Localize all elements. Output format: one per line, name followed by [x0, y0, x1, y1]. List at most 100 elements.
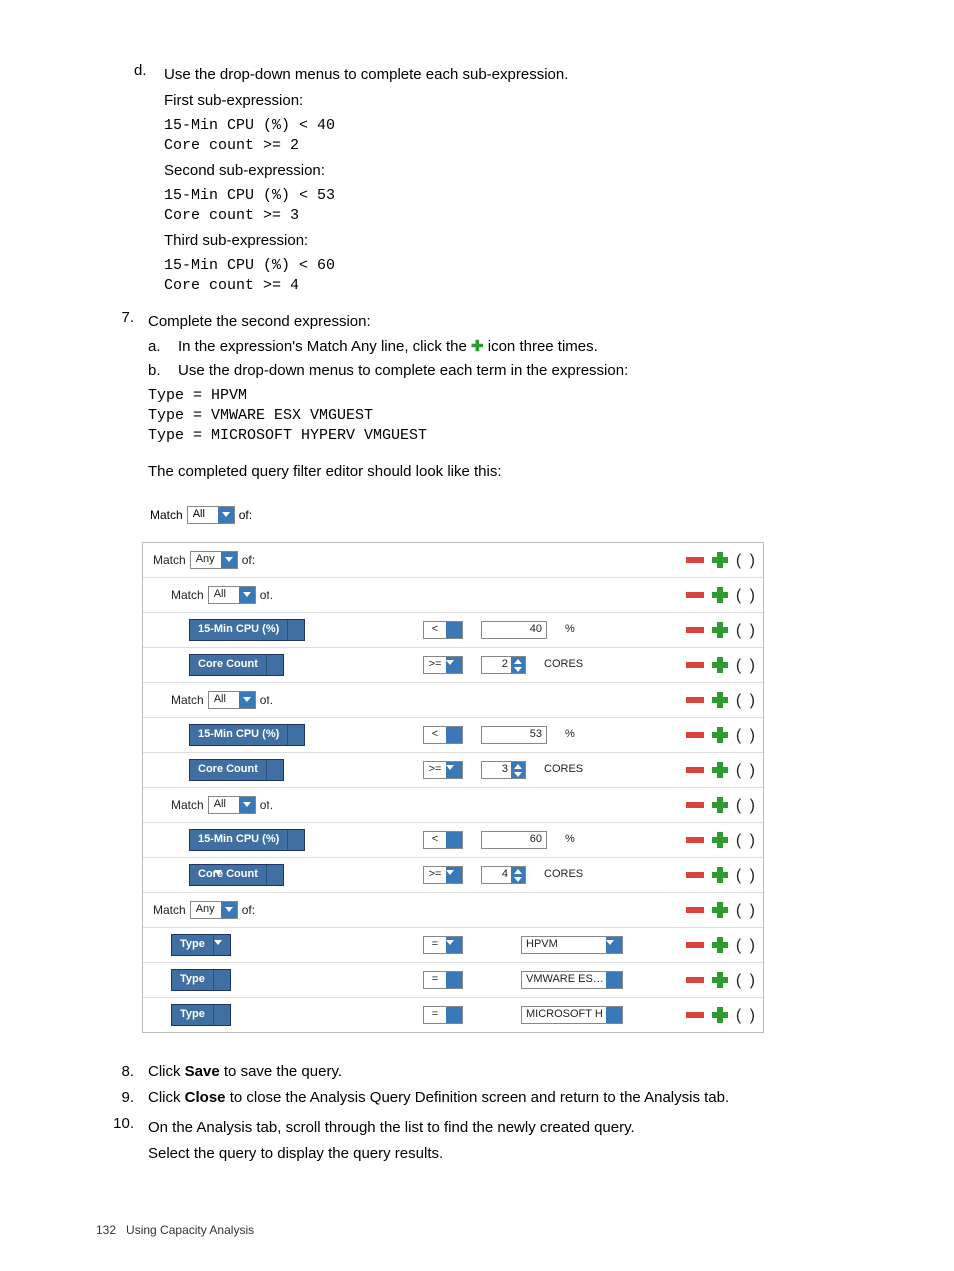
subexpr-label: Third sub-expression: — [164, 230, 858, 252]
chevron-down-icon — [266, 865, 283, 885]
spinner-arrows[interactable] — [511, 657, 525, 673]
remove-icon[interactable] — [686, 907, 704, 913]
group-icon[interactable]: ( ) — [736, 864, 757, 887]
add-icon[interactable] — [712, 587, 728, 603]
group-icon[interactable]: ( ) — [736, 899, 757, 922]
expression-row: Type = MICROSOFT H — [143, 997, 763, 1032]
spinner-arrows[interactable] — [511, 867, 525, 883]
list-number: 10. — [96, 1113, 148, 1169]
metric-select[interactable]: 15-Min CPU (%) — [189, 724, 305, 746]
list-letter: a. — [148, 336, 178, 358]
page-footer: 132 Using Capacity Analysis — [96, 1222, 254, 1239]
instruction-text: Use the drop-down menus to complete each… — [178, 360, 858, 382]
remove-icon[interactable] — [686, 592, 704, 598]
add-icon[interactable] — [712, 937, 728, 953]
group-icon[interactable]: ( ) — [736, 829, 757, 852]
value-input[interactable]: 60 — [481, 831, 547, 849]
instruction-text: Complete the second expression: — [148, 311, 858, 333]
add-icon[interactable] — [712, 692, 728, 708]
add-icon[interactable] — [712, 797, 728, 813]
operator-select[interactable]: = — [423, 1006, 463, 1024]
match-select[interactable]: All — [187, 506, 235, 524]
spinner-arrows[interactable] — [511, 762, 525, 778]
list-letter: b. — [148, 360, 178, 382]
group-icon[interactable]: ( ) — [736, 969, 757, 992]
add-icon[interactable] — [712, 657, 728, 673]
remove-icon[interactable] — [686, 977, 704, 983]
metric-select[interactable]: Type — [171, 1004, 231, 1026]
list-number: 8. — [96, 1061, 148, 1083]
add-icon[interactable] — [712, 552, 728, 568]
group-icon[interactable]: ( ) — [736, 584, 757, 607]
match-select[interactable]: All — [208, 586, 256, 604]
add-icon[interactable] — [712, 902, 728, 918]
match-select[interactable]: Any — [190, 551, 238, 569]
remove-icon[interactable] — [686, 942, 704, 948]
add-icon[interactable] — [712, 972, 728, 988]
group-icon[interactable]: ( ) — [736, 549, 757, 572]
unit-label: % — [565, 622, 611, 638]
remove-icon[interactable] — [686, 767, 704, 773]
unit-label: CORES — [544, 657, 590, 673]
match-label: Match — [150, 507, 183, 524]
add-icon[interactable] — [712, 867, 728, 883]
subexpr-label: Second sub-expression: — [164, 160, 858, 182]
value-input[interactable]: 53 — [481, 726, 547, 744]
chevron-down-icon — [446, 1007, 462, 1023]
remove-icon[interactable] — [686, 662, 704, 668]
add-icon[interactable] — [712, 622, 728, 638]
remove-icon[interactable] — [686, 1012, 704, 1018]
group-icon[interactable]: ( ) — [736, 759, 757, 782]
metric-select[interactable]: Core Count — [189, 864, 284, 886]
group-icon[interactable]: ( ) — [736, 1004, 757, 1027]
group-icon[interactable]: ( ) — [736, 654, 757, 677]
value-spinner[interactable]: 2 — [481, 656, 526, 674]
instruction-text: In the expression's Match Any line, clic… — [178, 336, 858, 358]
group-icon[interactable]: ( ) — [736, 794, 757, 817]
match-select[interactable]: All — [208, 691, 256, 709]
match-select[interactable]: All — [208, 796, 256, 814]
subexpr-label: First sub-expression: — [164, 90, 858, 112]
add-icon[interactable] — [712, 1007, 728, 1023]
add-icon[interactable] — [712, 832, 728, 848]
metric-select[interactable]: Core Count — [189, 759, 284, 781]
code-block: 15-Min CPU (%) < 53 Core count >= 3 — [164, 186, 858, 227]
chevron-down-icon — [287, 830, 304, 850]
group-icon[interactable]: ( ) — [736, 689, 757, 712]
chevron-down-icon — [606, 1007, 622, 1023]
group-icon[interactable]: ( ) — [736, 934, 757, 957]
metric-select[interactable]: 15-Min CPU (%) — [189, 829, 305, 851]
unit-label: % — [565, 727, 611, 743]
code-block: Type = HPVM Type = VMWARE ESX VMGUEST Ty… — [148, 386, 858, 447]
chevron-down-icon — [221, 552, 237, 568]
remove-icon[interactable] — [686, 837, 704, 843]
remove-icon[interactable] — [686, 732, 704, 738]
add-icon[interactable] — [712, 727, 728, 743]
chevron-down-icon — [287, 620, 304, 640]
group-icon[interactable]: ( ) — [736, 724, 757, 747]
list-number: 9. — [96, 1087, 148, 1109]
instruction-text: The completed query filter editor should… — [148, 461, 858, 483]
chevron-down-icon — [239, 692, 255, 708]
plus-icon: ✚ — [471, 336, 484, 358]
value-spinner[interactable]: 4 — [481, 866, 526, 884]
instruction-text: Use the drop-down menus to complete each… — [164, 64, 858, 86]
metric-select[interactable]: 15-Min CPU (%) — [189, 619, 305, 641]
value-select[interactable]: MICROSOFT H — [521, 1006, 623, 1024]
list-letter: d. — [134, 60, 164, 301]
remove-icon[interactable] — [686, 627, 704, 633]
remove-icon[interactable] — [686, 872, 704, 878]
chevron-down-icon — [287, 725, 304, 745]
add-icon[interactable] — [712, 762, 728, 778]
value-spinner[interactable]: 3 — [481, 761, 526, 779]
chevron-down-icon — [266, 655, 283, 675]
remove-icon[interactable] — [686, 802, 704, 808]
remove-icon[interactable] — [686, 697, 704, 703]
remove-icon[interactable] — [686, 557, 704, 563]
metric-select[interactable]: Core Count — [189, 654, 284, 676]
code-block: 15-Min CPU (%) < 40 Core count >= 2 — [164, 116, 858, 157]
query-filter-editor: Match Any of: ( ) Match — [142, 542, 764, 1033]
group-icon[interactable]: ( ) — [736, 619, 757, 642]
code-block: 15-Min CPU (%) < 60 Core count >= 4 — [164, 256, 858, 297]
value-input[interactable]: 40 — [481, 621, 547, 639]
